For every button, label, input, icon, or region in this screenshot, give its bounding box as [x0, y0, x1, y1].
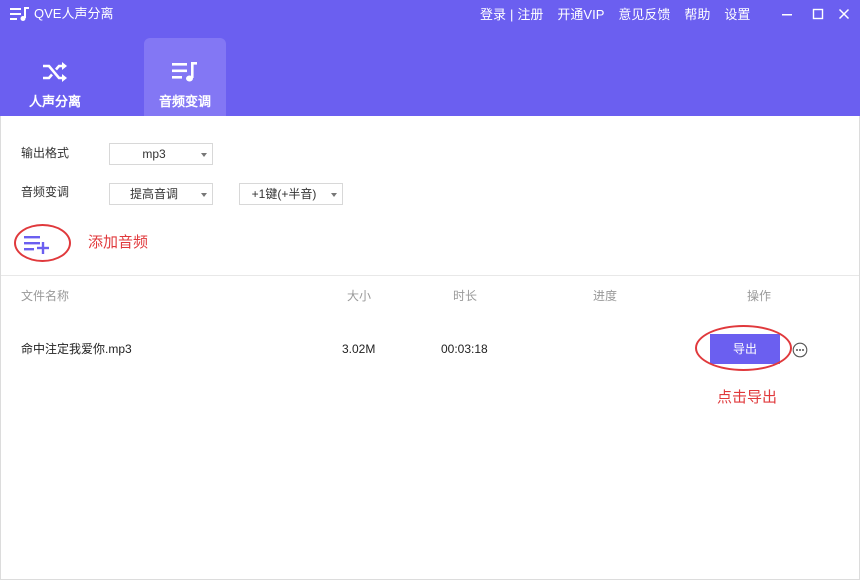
chevron-down-icon — [331, 193, 337, 197]
column-header-duration: 时长 — [453, 289, 478, 303]
column-header-progress: 进度 — [593, 289, 618, 303]
tab-pitch-shift[interactable]: 音频变调 — [144, 38, 226, 116]
file-name-cell: 命中注定我爱你.mp3 — [21, 342, 132, 356]
minimize-icon[interactable] — [777, 4, 797, 24]
settings-link[interactable]: 设置 — [724, 7, 750, 22]
maximize-icon[interactable] — [808, 4, 828, 24]
file-size-cell: 3.02M — [342, 342, 376, 356]
app-header: QVE人声分离 登录 | 注册 开通VIP 意见反馈 帮助 设置 人声分离 音频… — [0, 0, 860, 116]
output-format-select[interactable]: mp3 — [109, 143, 213, 165]
pitch-label: 音频变调 — [21, 185, 70, 199]
pitch-amount-select[interactable]: +1键(+半音) — [239, 183, 343, 205]
output-format-label: 输出格式 — [21, 146, 70, 160]
app-title: QVE人声分离 — [34, 6, 114, 21]
music-note-list-icon — [172, 62, 197, 82]
select-value: +1键(+半音) — [251, 187, 317, 201]
chevron-down-icon — [201, 153, 207, 157]
more-options-icon[interactable] — [792, 342, 808, 358]
top-links: 登录 | 注册 开通VIP 意见反馈 帮助 设置 — [480, 7, 750, 23]
login-link[interactable]: 登录 — [480, 7, 506, 22]
help-link[interactable]: 帮助 — [684, 7, 710, 22]
export-hint-text: 点击导出 — [717, 389, 778, 406]
link-separator: | — [510, 7, 514, 22]
section-divider — [0, 275, 860, 276]
column-header-action: 操作 — [747, 289, 772, 303]
register-link[interactable]: 注册 — [517, 7, 543, 22]
title-bar: QVE人声分离 登录 | 注册 开通VIP 意见反馈 帮助 设置 — [0, 0, 860, 30]
close-icon[interactable] — [834, 4, 854, 24]
column-header-name: 文件名称 — [21, 289, 70, 303]
select-value: mp3 — [142, 147, 166, 161]
pitch-mode-select[interactable]: 提高音调 — [109, 183, 213, 205]
file-duration-cell: 00:03:18 — [441, 342, 488, 356]
tab-voice-separation[interactable]: 人声分离 — [14, 38, 96, 116]
vip-link[interactable]: 开通VIP — [557, 7, 604, 22]
column-header-size: 大小 — [347, 289, 372, 303]
shuffle-icon — [43, 62, 67, 82]
export-highlight-circle — [695, 325, 792, 371]
tab-label: 音频变调 — [158, 94, 211, 109]
tab-label: 人声分离 — [28, 94, 81, 109]
add-audio-highlight-circle — [14, 224, 71, 262]
chevron-down-icon — [201, 193, 207, 197]
music-list-icon — [10, 7, 29, 21]
select-value: 提高音调 — [129, 187, 178, 201]
add-audio-label[interactable]: 添加音频 — [88, 234, 148, 252]
feedback-link[interactable]: 意见反馈 — [618, 7, 670, 22]
